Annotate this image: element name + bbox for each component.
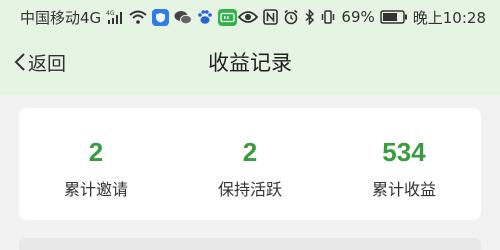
status-bar: 中国移动4G 4G 69% 晚上10:28 — [0, 0, 500, 34]
status-bar-left: 中国移动4G 4G — [20, 7, 238, 28]
stat-value: 2 — [88, 137, 104, 167]
iqiyi-icon — [218, 8, 238, 26]
battery-icon — [380, 10, 408, 24]
wifi-icon — [129, 10, 147, 24]
nfc-icon — [263, 9, 279, 25]
stat-label: 保持活跃 — [217, 180, 282, 199]
navigation-bar: 返回 收益记录 — [0, 40, 500, 84]
records-list-panel — [19, 238, 481, 250]
shield-app-icon — [152, 8, 170, 26]
stat-label: 累计邀请 — [63, 180, 128, 199]
baidu-paw-icon — [197, 9, 213, 25]
svg-text:4G: 4G — [106, 10, 115, 17]
eye-icon — [238, 10, 259, 24]
earnings-summary-card: 2 累计邀请 2 保持活跃 534 累计收益 — [19, 108, 481, 220]
stat-total-earnings[interactable]: 534 累计收益 — [327, 108, 481, 220]
alarm-icon — [283, 9, 299, 25]
wechat-icon — [174, 10, 193, 25]
stat-value: 534 — [382, 137, 426, 167]
vibrate-icon — [320, 9, 336, 25]
page-title: 收益记录 — [208, 51, 292, 75]
signal-icon: 4G — [106, 10, 124, 24]
stat-active-users[interactable]: 2 保持活跃 — [173, 108, 327, 220]
status-bar-right: 69% 晚上10:28 — [238, 7, 486, 28]
bluetooth-icon — [304, 9, 315, 25]
battery-percent: 69% — [341, 8, 375, 26]
stat-value: 2 — [242, 137, 258, 167]
stat-label: 累计收益 — [371, 180, 436, 199]
carrier-label: 中国移动4G — [20, 8, 102, 27]
stat-total-invites[interactable]: 2 累计邀请 — [19, 108, 173, 220]
status-time: 晚上10:28 — [412, 8, 486, 27]
